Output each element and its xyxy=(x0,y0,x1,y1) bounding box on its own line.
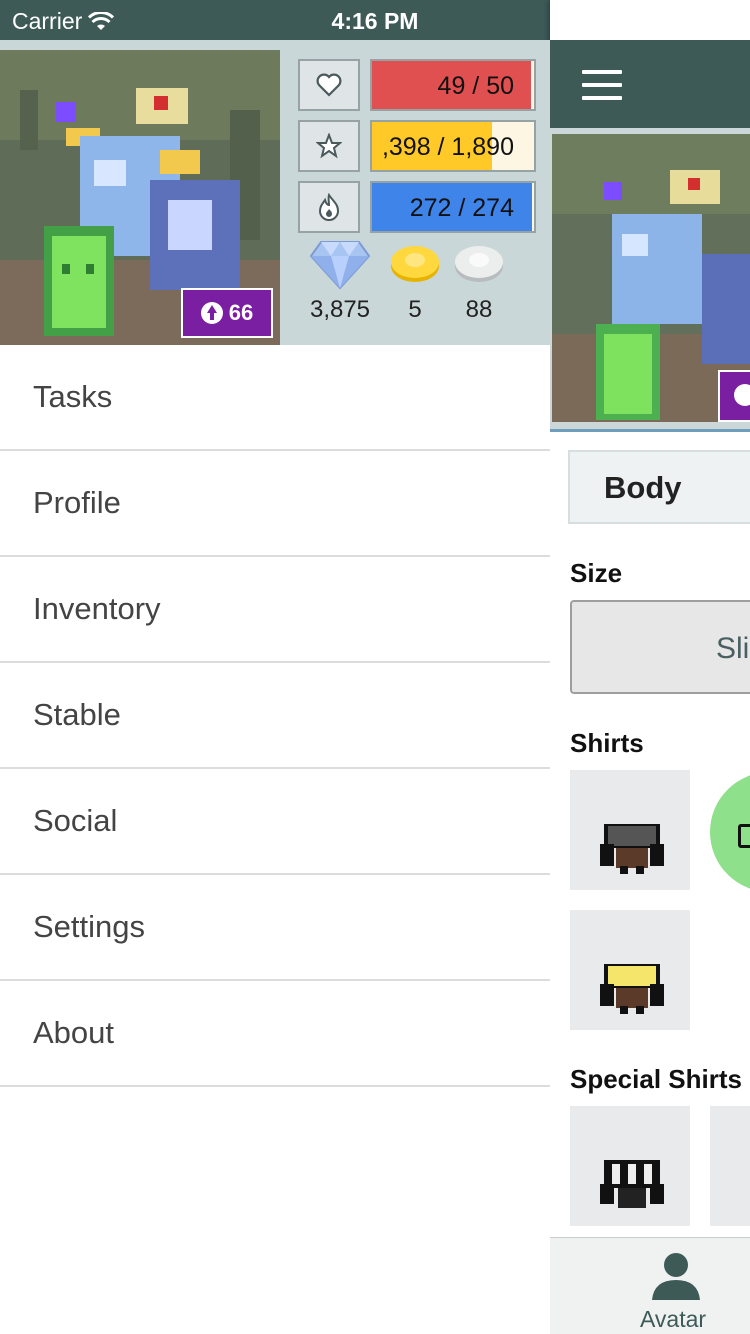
mana-bar: 272 / 274 xyxy=(370,181,536,233)
menu-item-inventory[interactable]: Inventory xyxy=(0,557,550,663)
health-bar: 49 / 50 xyxy=(370,59,536,111)
segment-body-label: Body xyxy=(604,470,682,505)
silver-currency: 88 xyxy=(452,240,506,324)
mana-value: 272 / 274 xyxy=(409,194,514,222)
heart-icon xyxy=(298,59,360,111)
side-drawer: 66 49 / 50 ,398 / 1,890 272 / 274 3,875 … xyxy=(0,40,550,1334)
shirt-option[interactable] xyxy=(570,910,690,1030)
menu-item-settings[interactable]: Settings xyxy=(0,875,550,981)
gems-currency: 3,875 xyxy=(308,240,372,324)
fire-icon xyxy=(298,181,360,233)
size-title: Size xyxy=(570,558,623,588)
menu-item-profile[interactable]: Profile xyxy=(0,451,550,557)
silver-coin-icon xyxy=(455,246,503,282)
main-level-badge xyxy=(718,370,750,422)
hamburger-menu-icon[interactable] xyxy=(582,70,622,100)
experience-stat: ,398 / 1,890 xyxy=(298,120,538,172)
menu-item-about[interactable]: About xyxy=(0,981,550,1087)
special-shirt-option[interactable] xyxy=(710,1106,750,1226)
main-header xyxy=(550,40,750,128)
silver-value: 88 xyxy=(465,296,493,323)
special-shirt-option[interactable] xyxy=(570,1106,690,1226)
shirt-icon xyxy=(600,964,664,1014)
experience-bar: ,398 / 1,890 xyxy=(370,120,536,172)
star-icon xyxy=(298,120,360,172)
avatar-tab-icon[interactable] xyxy=(650,1250,702,1300)
gem-icon xyxy=(309,241,371,290)
gold-currency: 5 xyxy=(388,240,442,324)
shirt-option-selected[interactable] xyxy=(710,772,750,892)
special-shirts-title: Special Shirts xyxy=(570,1064,742,1094)
main-avatar-preview xyxy=(550,128,750,432)
drawer-menu: Tasks Profile Inventory Stable Social Se… xyxy=(0,345,550,1087)
shirts-title: Shirts xyxy=(570,728,644,758)
shirt-icon xyxy=(600,1160,664,1208)
gems-value: 3,875 xyxy=(309,296,371,323)
experience-value: ,398 / 1,890 xyxy=(381,133,514,161)
shirt-icon xyxy=(600,824,664,874)
level-badge: 66 xyxy=(181,288,273,338)
health-stat: 49 / 50 xyxy=(298,59,538,111)
shirt-option[interactable] xyxy=(570,770,690,890)
gold-coin-icon xyxy=(391,246,439,282)
health-value: 49 / 50 xyxy=(437,72,514,100)
menu-item-stable[interactable]: Stable xyxy=(0,663,550,769)
tab-bar: Avatar xyxy=(550,1237,750,1334)
size-slim-button[interactable]: Sli xyxy=(570,600,750,694)
level-up-arrow-icon xyxy=(200,302,223,324)
size-slim-label: Sli xyxy=(716,632,750,665)
gold-value: 5 xyxy=(408,296,422,323)
menu-item-tasks[interactable]: Tasks xyxy=(0,345,550,451)
category-segment[interactable]: Body xyxy=(568,450,750,524)
menu-item-social[interactable]: Social xyxy=(0,769,550,875)
mana-stat: 272 / 274 xyxy=(298,181,538,233)
avatar-tab-label[interactable]: Avatar xyxy=(640,1306,706,1333)
level-value: 66 xyxy=(228,300,254,325)
avatar-customize-screen: Body Size Sli Shirts Special Shirts Avat… xyxy=(550,0,750,1334)
drawer-header: 66 49 / 50 ,398 / 1,890 272 / 274 3,875 … xyxy=(0,40,550,345)
